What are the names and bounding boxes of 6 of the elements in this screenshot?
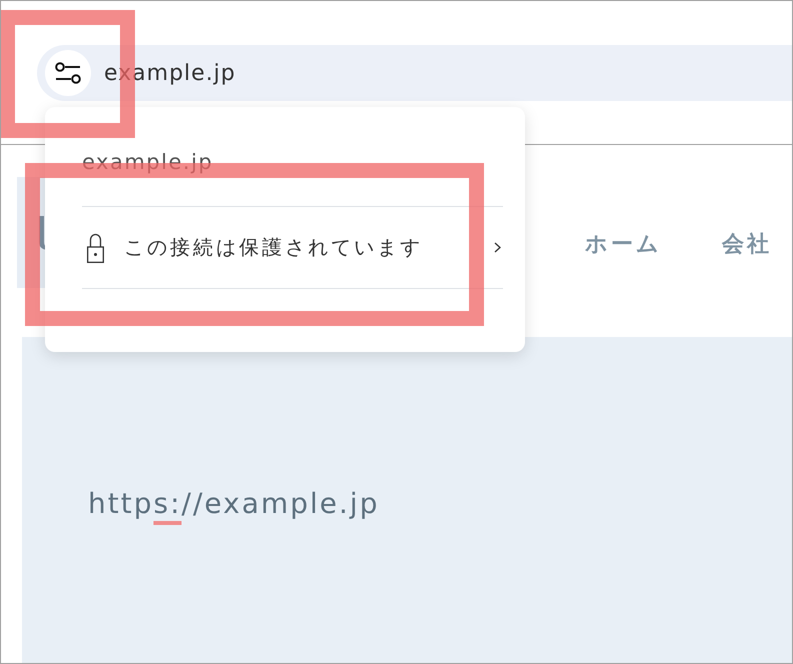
sliders-icon xyxy=(55,62,81,84)
site-info-button[interactable] xyxy=(45,50,91,96)
connection-status-row[interactable]: この接続は保護されています xyxy=(82,206,503,289)
lock-icon xyxy=(87,232,104,263)
chevron-right-icon xyxy=(494,242,501,253)
hero-url-text: https://example.jp xyxy=(88,486,380,522)
